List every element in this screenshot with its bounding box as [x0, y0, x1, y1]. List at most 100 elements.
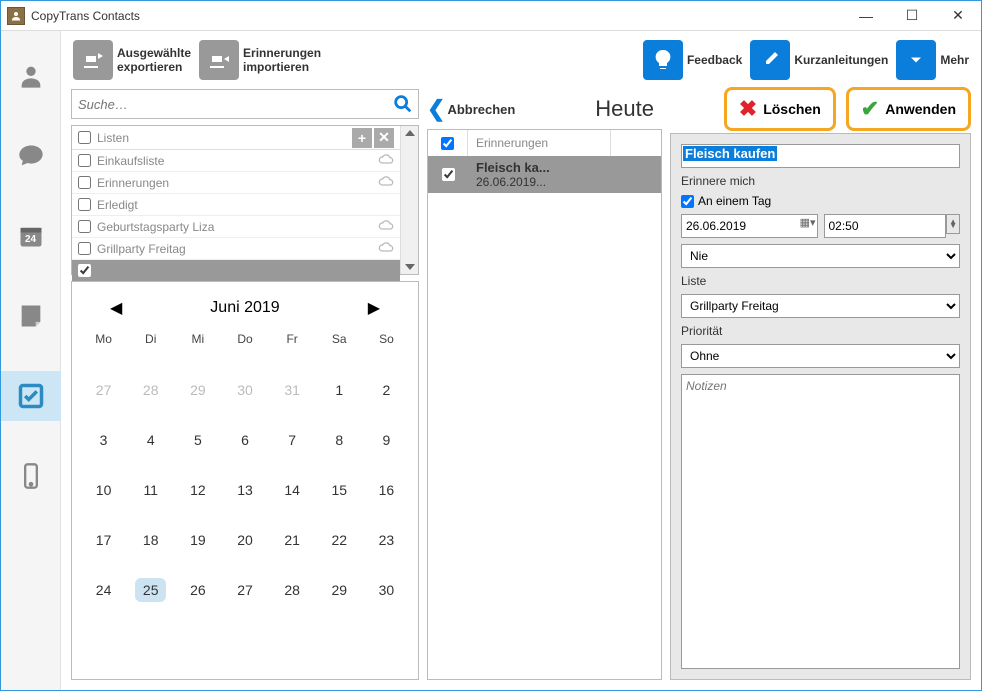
list-item[interactable]: Einkaufsliste: [72, 150, 400, 172]
date-input[interactable]: ▦▾: [681, 214, 818, 238]
nav-device[interactable]: [1, 451, 61, 501]
calendar-dow: Do: [221, 326, 268, 352]
calendar-day[interactable]: 27: [221, 578, 268, 602]
calendar-day[interactable]: 19: [174, 528, 221, 552]
calendar-dow: Sa: [316, 326, 363, 352]
calendar-day[interactable]: 20: [221, 528, 268, 552]
calendar-day[interactable]: 16: [363, 478, 410, 502]
close-button[interactable]: ✕: [935, 1, 981, 31]
caret-down-icon: [896, 40, 936, 80]
calendar-day[interactable]: 2: [363, 378, 410, 402]
title-input[interactable]: Fleisch kaufen: [681, 144, 960, 168]
guides-button[interactable]: Kurzanleitungen: [748, 38, 890, 82]
list-item-checkbox[interactable]: [78, 176, 91, 189]
calendar-day[interactable]: 21: [269, 528, 316, 552]
side-nav: 24: [1, 31, 61, 690]
calendar-day[interactable]: 30: [221, 378, 268, 402]
app-icon: [7, 7, 25, 25]
list-item-checkbox[interactable]: [78, 242, 91, 255]
calendar-day[interactable]: 27: [80, 378, 127, 402]
cloud-icon: [378, 153, 394, 168]
list-item[interactable]: Erledigt: [72, 194, 400, 216]
list-item[interactable]: Grillparty Freitag: [72, 238, 400, 260]
calendar-day[interactable]: 15: [316, 478, 363, 502]
nav-messages[interactable]: [1, 131, 61, 181]
calendar-day[interactable]: 28: [269, 578, 316, 602]
reminder-row-checkbox[interactable]: [442, 168, 455, 181]
calendar-day[interactable]: 17: [80, 528, 127, 552]
apply-button[interactable]: ✔ Anwenden: [846, 87, 971, 131]
time-spinner[interactable]: ▲▼: [946, 214, 960, 234]
list-item[interactable]: Erinnerungen: [72, 172, 400, 194]
list-item-selected[interactable]: [72, 260, 400, 282]
cloud-icon: [378, 219, 394, 234]
delete-button[interactable]: ✖ Löschen: [724, 87, 836, 131]
calendar-day[interactable]: 29: [316, 578, 363, 602]
calendar-dow: Mi: [174, 326, 221, 352]
calendar-day[interactable]: 29: [174, 378, 221, 402]
cancel-button[interactable]: ❮ Abbrechen: [427, 96, 515, 122]
calendar-day[interactable]: 14: [269, 478, 316, 502]
prev-month-button[interactable]: ◀: [110, 298, 122, 318]
list-item-checkbox[interactable]: [78, 220, 91, 233]
calendar-day[interactable]: 4: [127, 428, 174, 452]
list-item-checkbox[interactable]: [78, 264, 91, 277]
add-list-button[interactable]: +: [352, 128, 372, 148]
calendar-day[interactable]: 31: [269, 378, 316, 402]
calendar-day[interactable]: 23: [363, 528, 410, 552]
date-picker-icon[interactable]: ▦▾: [800, 216, 816, 229]
calendar-day[interactable]: 12: [174, 478, 221, 502]
on-a-day-checkbox[interactable]: [681, 195, 694, 208]
delete-list-button[interactable]: ✕: [374, 128, 394, 148]
export-icon: [73, 40, 113, 80]
import-reminders-button[interactable]: Erinnerungenimportieren: [197, 38, 323, 82]
list-item-checkbox[interactable]: [78, 154, 91, 167]
calendar-day[interactable]: 1: [316, 378, 363, 402]
cloud-icon: [378, 175, 394, 190]
calendar-day[interactable]: 25: [135, 578, 166, 602]
feedback-icon: [643, 40, 683, 80]
calendar-day[interactable]: 13: [221, 478, 268, 502]
calendar-day[interactable]: 6: [221, 428, 268, 452]
lists-select-all[interactable]: [78, 131, 91, 144]
repeat-select[interactable]: Nie: [681, 244, 960, 268]
maximize-button[interactable]: ☐: [889, 1, 935, 31]
nav-notes[interactable]: [1, 291, 61, 341]
reminder-date: 26.06.2019...: [476, 175, 603, 189]
nav-reminders[interactable]: [1, 371, 61, 421]
nav-calendar[interactable]: 24: [1, 211, 61, 261]
export-selected-button[interactable]: Ausgewählteexportieren: [71, 38, 193, 82]
calendar-day[interactable]: 9: [363, 428, 410, 452]
calendar-day[interactable]: 26: [174, 578, 221, 602]
calendar-day[interactable]: 5: [174, 428, 221, 452]
calendar-day[interactable]: 8: [316, 428, 363, 452]
search-input[interactable]: [72, 97, 388, 112]
calendar-day[interactable]: 24: [80, 578, 127, 602]
calendar-day[interactable]: 11: [127, 478, 174, 502]
reminder-row[interactable]: Fleisch ka... 26.06.2019...: [428, 156, 661, 193]
calendar-day[interactable]: 10: [80, 478, 127, 502]
list-select[interactable]: Grillparty Freitag: [681, 294, 960, 318]
calendar-day[interactable]: 18: [127, 528, 174, 552]
import-icon: [199, 40, 239, 80]
more-button[interactable]: Mehr: [894, 38, 971, 82]
lists-header: Listen + ✕: [72, 126, 400, 150]
list-item-checkbox[interactable]: [78, 198, 91, 211]
priority-select[interactable]: Ohne: [681, 344, 960, 368]
calendar-day[interactable]: 28: [127, 378, 174, 402]
calendar-day[interactable]: 3: [80, 428, 127, 452]
search-box[interactable]: [71, 89, 419, 119]
time-input[interactable]: ▲▼: [824, 214, 961, 238]
minimize-button[interactable]: —: [843, 1, 889, 31]
calendar-day[interactable]: 22: [316, 528, 363, 552]
list-item[interactable]: Geburtstagsparty Liza: [72, 216, 400, 238]
reminders-select-all[interactable]: [441, 137, 454, 150]
nav-contacts[interactable]: [1, 51, 61, 101]
calendar-day[interactable]: 7: [269, 428, 316, 452]
notes-input[interactable]: [681, 374, 960, 669]
next-month-button[interactable]: ▶: [368, 298, 380, 318]
calendar-day[interactable]: 30: [363, 578, 410, 602]
lists-scrollbar[interactable]: [400, 126, 418, 274]
feedback-button[interactable]: Feedback: [641, 38, 744, 82]
search-icon[interactable]: [388, 89, 418, 119]
